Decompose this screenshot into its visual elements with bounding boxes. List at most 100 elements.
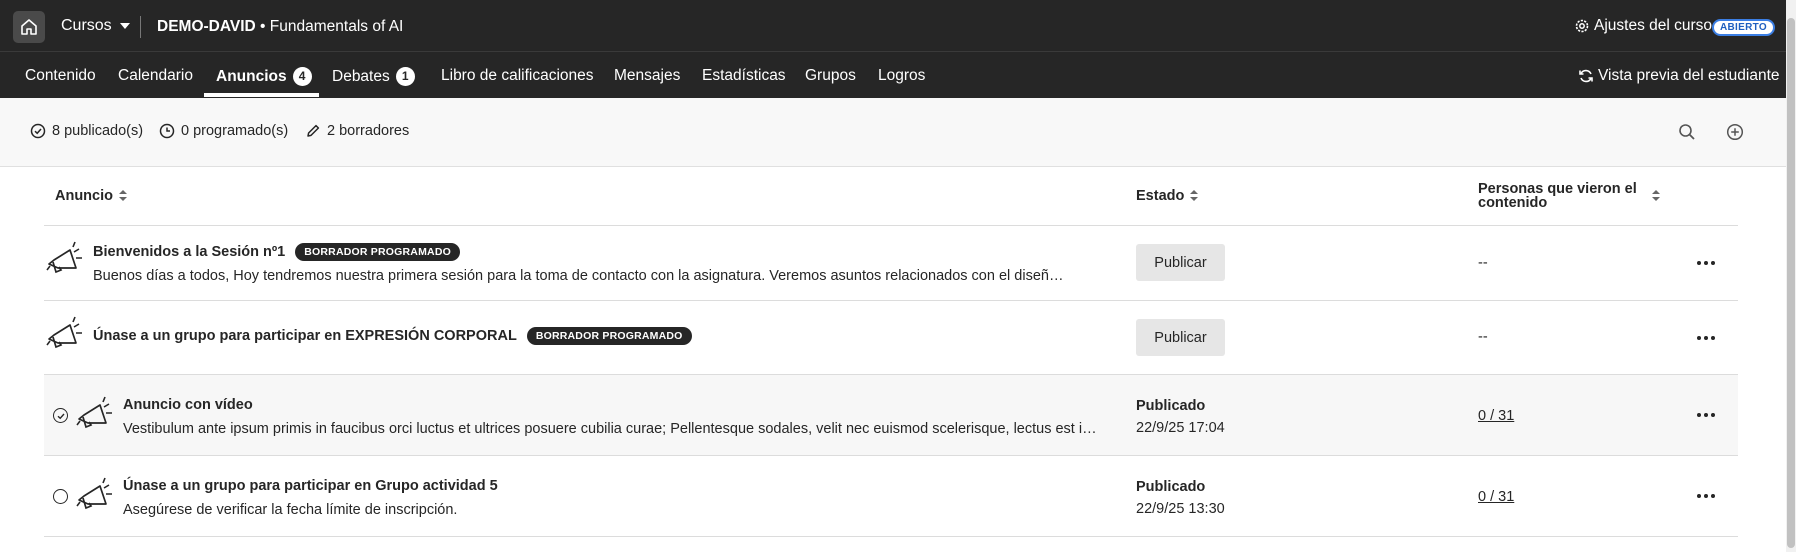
- page-scrollbar[interactable]: [1786, 0, 1796, 552]
- announcement-title-text: Anuncio con vídeo: [123, 397, 253, 413]
- more-icon: [1697, 336, 1715, 340]
- column-label: Anuncio: [55, 188, 113, 204]
- announcement-title[interactable]: Anuncio con vídeo: [123, 397, 253, 413]
- course-separator: •: [255, 18, 270, 35]
- publication-state: Publicado 22/9/25 17:04: [1136, 398, 1225, 436]
- tab-label: Mensajes: [614, 67, 681, 84]
- table-row[interactable]: Únase a un grupo para participar en Grup…: [44, 456, 1738, 537]
- tab-anuncios[interactable]: Anuncios 4: [216, 67, 312, 86]
- megaphone-icon: [76, 396, 112, 429]
- table-row[interactable]: Bienvenidos a la Sesión nº1 BORRADOR PROG…: [44, 226, 1738, 301]
- tab-label: Libro de calificaciones: [441, 67, 594, 84]
- add-announcement-button[interactable]: [1723, 120, 1747, 144]
- announcement-title-text: Bienvenidos a la Sesión nº1: [93, 244, 286, 260]
- tab-count-badge: 4: [292, 67, 312, 86]
- state-label: Publicado: [1136, 398, 1206, 414]
- tab-label: Anuncios: [216, 67, 287, 85]
- megaphone-icon: [76, 477, 112, 510]
- column-anuncio[interactable]: Anuncio: [55, 188, 127, 204]
- table-row[interactable]: Anuncio con vídeo Vestibulum ante ipsum …: [44, 375, 1738, 456]
- courses-menu[interactable]: Cursos: [61, 17, 130, 35]
- check-circle-icon: [30, 123, 46, 139]
- column-label: Personas que vieron el contenido: [1478, 181, 1637, 211]
- pencil-icon: [307, 124, 320, 137]
- publish-date: 22/9/25 17:04: [1136, 420, 1225, 436]
- draft-badge: BORRADOR PROGRAMADO: [295, 243, 460, 261]
- table-row[interactable]: Únase a un grupo para participar en EXPR…: [44, 301, 1738, 375]
- megaphone-icon: [46, 241, 82, 274]
- tab-label: Calendario: [118, 67, 193, 84]
- announcement-description: Vestibulum ante ipsum primis in faucibus…: [123, 421, 1097, 437]
- course-settings-link[interactable]: Ajustes del curso: [1574, 17, 1712, 35]
- course-name: Fundamentals of AI: [269, 18, 404, 35]
- more-options-button[interactable]: [1694, 484, 1718, 508]
- drafts-count-label: 2 borradores: [327, 123, 410, 139]
- megaphone-icon: [46, 316, 82, 349]
- viewers-link[interactable]: 0 / 31: [1478, 489, 1514, 505]
- announcement-title-text: Únase a un grupo para participar en Grup…: [123, 478, 498, 494]
- refresh-icon: [1579, 69, 1593, 83]
- select-indicator[interactable]: [53, 489, 68, 504]
- tab-contenido[interactable]: Contenido: [25, 67, 96, 85]
- publish-button[interactable]: Publicar: [1136, 244, 1225, 281]
- scheduled-count: 0 programado(s): [159, 123, 288, 139]
- course-status-badge: ABIERTO: [1712, 19, 1775, 36]
- column-label: Estado: [1136, 188, 1185, 204]
- more-icon: [1697, 494, 1715, 498]
- tab-count-badge: 1: [395, 67, 415, 86]
- check-icon: [57, 413, 65, 419]
- announcement-description: Buenos días a todos, Hoy tendremos nuest…: [93, 268, 1064, 284]
- top-bar: Cursos DEMO-DAVID • Fundamentals of AI A…: [0, 0, 1786, 51]
- scrollbar-thumb[interactable]: [1787, 18, 1795, 548]
- announcement-title[interactable]: Únase a un grupo para participar en Grup…: [123, 478, 498, 494]
- announcement-title-text: Únase a un grupo para participar en EXPR…: [93, 328, 517, 344]
- divider: [140, 16, 141, 38]
- published-count: 8 publicado(s): [30, 123, 143, 139]
- scheduled-count-label: 0 programado(s): [181, 123, 289, 139]
- more-icon: [1697, 261, 1715, 265]
- table-header: Anuncio Estado Personas que vieron el co…: [44, 167, 1738, 226]
- column-viewers[interactable]: Personas que vieron el contenido: [1478, 182, 1668, 210]
- tab-logros[interactable]: Logros: [878, 67, 925, 85]
- course-title: DEMO-DAVID • Fundamentals of AI: [157, 18, 403, 36]
- announcements-table: Anuncio Estado Personas que vieron el co…: [44, 167, 1738, 537]
- home-icon: [21, 19, 37, 35]
- gear-icon: [1575, 19, 1589, 33]
- search-button[interactable]: [1675, 120, 1699, 144]
- selected-indicator[interactable]: [53, 408, 68, 423]
- more-options-button[interactable]: [1694, 326, 1718, 350]
- home-button[interactable]: [13, 11, 45, 43]
- tab-label: Grupos: [805, 67, 856, 84]
- active-tab-indicator: [204, 93, 319, 97]
- announcement-status-bar: 8 publicado(s) 0 programado(s) 2 borrado…: [0, 98, 1786, 167]
- viewers-link[interactable]: 0 / 31: [1478, 408, 1514, 424]
- caret-down-icon: [119, 23, 130, 29]
- announcement-description: Asegúrese de verificar la fecha límite d…: [123, 502, 458, 518]
- tab-label: Estadísticas: [702, 67, 786, 84]
- courses-menu-label: Cursos: [61, 17, 112, 34]
- course-nav: Contenido Calendario Anuncios 4 Debates 1 …: [0, 51, 1786, 98]
- tab-mensajes[interactable]: Mensajes: [614, 67, 680, 85]
- column-estado[interactable]: Estado: [1136, 188, 1199, 204]
- tab-libro-de-calificaciones[interactable]: Libro de calificaciones: [441, 67, 594, 85]
- drafts-count: 2 borradores: [305, 123, 409, 139]
- tab-estadisticas[interactable]: Estadísticas: [702, 67, 786, 85]
- tab-label: Logros: [878, 67, 926, 84]
- publish-date: 22/9/25 13:30: [1136, 501, 1225, 517]
- state-label: Publicado: [1136, 479, 1206, 495]
- course-code: DEMO-DAVID: [157, 18, 256, 35]
- publication-state: Publicado 22/9/25 13:30: [1136, 479, 1225, 517]
- student-preview-button[interactable]: Vista previa del estudiante: [1578, 67, 1780, 85]
- more-options-button[interactable]: [1694, 403, 1718, 427]
- tab-grupos[interactable]: Grupos: [805, 67, 856, 85]
- sort-icon: [1652, 190, 1660, 202]
- tab-debates[interactable]: Debates 1: [332, 67, 415, 86]
- announcement-title[interactable]: Bienvenidos a la Sesión nº1 BORRADOR PROG…: [93, 243, 460, 261]
- announcement-title[interactable]: Únase a un grupo para participar en EXPR…: [93, 327, 692, 345]
- add-circle-icon: [1726, 123, 1744, 141]
- publish-button[interactable]: Publicar: [1136, 319, 1225, 356]
- student-preview-label: Vista previa del estudiante: [1598, 67, 1780, 84]
- more-options-button[interactable]: [1694, 251, 1718, 275]
- tab-calendario[interactable]: Calendario: [118, 67, 193, 85]
- sort-icon: [1190, 190, 1199, 202]
